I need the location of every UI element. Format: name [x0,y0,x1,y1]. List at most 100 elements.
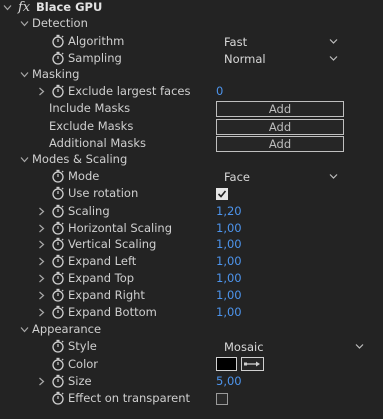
chevron-down-icon [329,173,338,180]
param-use-rotation: Use rotation [0,185,383,202]
twirl-down-icon[interactable] [20,155,29,164]
twirl-down-icon[interactable] [20,325,29,334]
effect-on-transparent-checkbox[interactable] [216,393,228,405]
param-color: Color [0,356,383,373]
eyedropper-icon [244,361,260,367]
param-effect-on-transparent: Effect on transparent [0,390,383,407]
param-include-masks: Include Masks Add [0,100,383,117]
dropdown-value: Face [224,169,251,184]
param-label: Additional Masks [49,136,146,150]
twirl-down-icon[interactable] [20,70,29,79]
param-label: Expand Right [68,288,145,302]
stopwatch-icon[interactable] [51,374,65,388]
include-masks-add-button[interactable]: Add [216,100,344,117]
twirl-right-icon[interactable] [37,240,46,249]
group-masking[interactable]: Masking [0,66,383,83]
param-label: Style [68,339,97,353]
chevron-down-icon [329,38,338,45]
param-size: Size 5,00 [0,373,383,390]
group-label: Modes & Scaling [32,152,128,166]
additional-masks-add-button[interactable]: Add [216,135,344,152]
stopwatch-icon[interactable] [51,339,65,353]
dropdown-value: Fast [224,34,248,49]
group-detection[interactable]: Detection [0,15,383,32]
param-label: Effect on transparent [68,391,190,405]
group-label: Detection [32,16,88,30]
param-label: Expand Bottom [68,305,157,319]
effect-name: Blace GPU [36,0,103,14]
stopwatch-icon[interactable] [51,288,65,302]
stopwatch-icon[interactable] [51,51,65,65]
param-exclude-largest-faces: Exclude largest faces 0 [0,83,383,100]
param-value[interactable]: 1,00 [216,287,242,304]
param-expand-top: Expand Top 1,00 [0,270,383,287]
param-scaling: Scaling 1,20 [0,203,383,220]
param-sampling: Sampling Normal [0,50,383,67]
param-value[interactable]: 1,00 [216,220,242,237]
stopwatch-icon[interactable] [51,84,65,98]
param-expand-bottom: Expand Bottom 1,00 [0,304,383,321]
stopwatch-icon[interactable] [51,254,65,268]
param-additional-masks: Additional Masks Add [0,135,383,152]
param-label: Mode [68,169,100,183]
param-value[interactable]: 1,20 [216,203,242,220]
param-label: Expand Left [68,254,137,268]
fx-label[interactable]: fx [18,0,30,16]
twirl-right-icon[interactable] [37,207,46,216]
algorithm-dropdown[interactable]: Fast [216,34,344,50]
param-label: Size [68,374,92,388]
param-expand-right: Expand Right 1,00 [0,287,383,304]
param-label: Scaling [68,204,110,218]
param-label: Expand Top [68,271,135,285]
stopwatch-icon[interactable] [51,271,65,285]
param-value[interactable]: 5,00 [216,373,242,390]
twirl-right-icon[interactable] [37,257,46,266]
stopwatch-icon[interactable] [51,357,65,371]
group-label: Appearance [32,322,102,336]
param-horizontal-scaling: Horizontal Scaling 1,00 [0,220,383,237]
stopwatch-icon[interactable] [51,305,65,319]
stopwatch-icon[interactable] [51,204,65,218]
exclude-masks-add-button[interactable]: Add [216,118,344,135]
param-value[interactable]: 0 [216,83,223,100]
twirl-right-icon[interactable] [37,377,46,386]
param-label: Exclude Masks [49,119,134,133]
param-vertical-scaling: Vertical Scaling 1,00 [0,236,383,253]
twirl-right-icon[interactable] [37,291,46,300]
stopwatch-icon[interactable] [51,221,65,235]
style-dropdown[interactable]: Mosaic [216,339,370,355]
twirl-down-icon[interactable] [20,19,29,28]
checkmark-icon [217,190,227,198]
twirl-down-icon[interactable] [3,3,12,12]
mode-dropdown[interactable]: Face [216,169,344,185]
param-exclude-masks: Exclude Masks Add [0,118,383,135]
stopwatch-icon[interactable] [51,237,65,251]
group-appearance[interactable]: Appearance [0,321,383,338]
dropdown-value: Normal [224,51,266,66]
effect-header: fx Blace GPU [0,0,383,16]
param-value[interactable]: 1,00 [216,236,242,253]
param-value[interactable]: 1,00 [216,270,242,287]
param-mode: Mode Face [0,168,383,185]
stopwatch-icon[interactable] [51,169,65,183]
stopwatch-icon[interactable] [51,391,65,405]
twirl-right-icon[interactable] [37,87,46,96]
use-rotation-checkbox[interactable] [216,188,228,200]
color-swatch[interactable] [216,357,237,371]
param-value[interactable]: 1,00 [216,304,242,321]
group-modes-scaling[interactable]: Modes & Scaling [0,151,383,168]
twirl-right-icon[interactable] [37,224,46,233]
sampling-dropdown[interactable]: Normal [216,51,344,67]
chevron-down-icon [355,343,364,350]
param-style: Style Mosaic [0,338,383,355]
chevron-down-icon [329,55,338,62]
twirl-right-icon[interactable] [37,308,46,317]
param-value[interactable]: 1,00 [216,253,242,270]
stopwatch-icon[interactable] [51,34,65,48]
param-label: Color [68,357,99,371]
param-label: Include Masks [49,101,131,115]
param-label: Use rotation [68,186,139,200]
stopwatch-icon[interactable] [51,186,65,200]
twirl-right-icon[interactable] [37,274,46,283]
eyedropper-button[interactable] [241,357,264,371]
